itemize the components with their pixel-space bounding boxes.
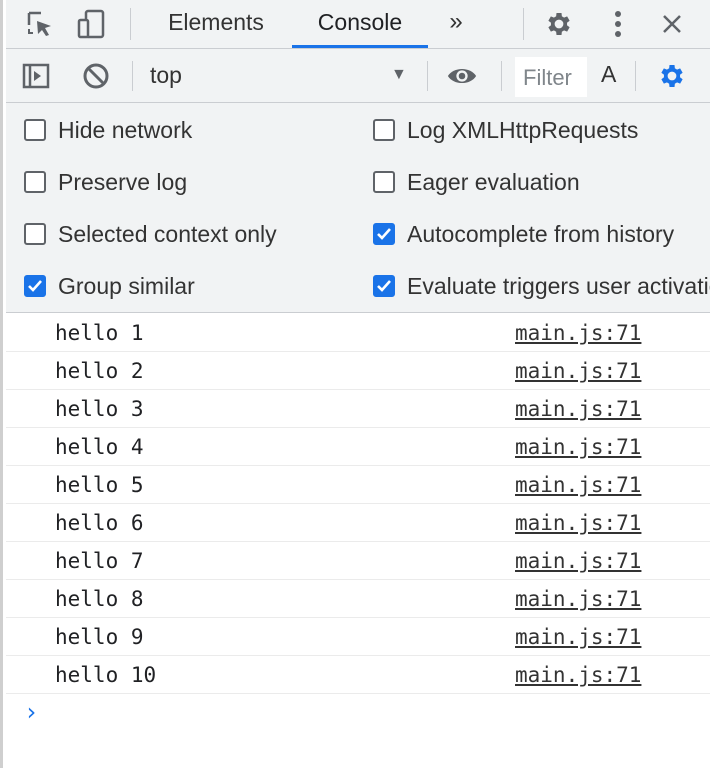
filter-input[interactable]: Filter: [515, 57, 587, 97]
console-prompt-input[interactable]: ›: [6, 694, 710, 734]
source-link[interactable]: main.js:71: [515, 511, 641, 535]
prompt-chevron-icon: ›: [24, 698, 39, 726]
checkbox[interactable]: [373, 171, 395, 193]
kebab-menu-icon[interactable]: [602, 8, 634, 40]
console-message-row: hello 5 main.js:71: [6, 466, 710, 504]
devtools-tabbar: Elements Console »: [6, 0, 710, 49]
option-preserve-log[interactable]: Preserve log: [24, 167, 187, 197]
console-message-row: hello 7 main.js:71: [6, 542, 710, 580]
console-message-row: hello 1 main.js:71: [6, 314, 710, 352]
source-link[interactable]: main.js:71: [515, 473, 641, 497]
device-toggle-icon[interactable]: [76, 8, 108, 40]
checkbox[interactable]: [24, 223, 46, 245]
console-message-row: hello 10 main.js:71: [6, 656, 710, 694]
option-eager-evaluation[interactable]: Eager evaluation: [373, 167, 580, 197]
option-log-xmlhttprequests[interactable]: Log XMLHttpRequests: [373, 115, 638, 145]
tab-console[interactable]: Console: [292, 0, 428, 49]
option-label: Preserve log: [58, 168, 188, 195]
console-message-text: hello 5: [55, 473, 144, 497]
console-message-row: hello 3 main.js:71: [6, 390, 710, 428]
source-link[interactable]: main.js:71: [515, 587, 641, 611]
checkbox[interactable]: [24, 119, 46, 141]
console-message-text: hello 7: [55, 549, 144, 573]
close-icon[interactable]: [656, 8, 688, 40]
dropdown-triangle-icon: ▼: [391, 66, 407, 83]
checkmark-icon: [28, 280, 42, 292]
option-autocomplete-from-history[interactable]: Autocomplete from history: [373, 219, 674, 249]
console-message-text: hello 3: [55, 397, 144, 421]
console-message-text: hello 1: [55, 321, 144, 345]
console-message-text: hello 2: [55, 359, 144, 383]
source-link[interactable]: main.js:71: [515, 435, 641, 459]
source-link[interactable]: main.js:71: [515, 397, 641, 421]
option-label: Log XMLHttpRequests: [407, 116, 639, 143]
option-label: Autocomplete from history: [407, 220, 675, 247]
console-messages: hello 1 main.js:71 hello 2 main.js:71 he…: [6, 314, 710, 694]
tabbar-divider: [130, 8, 131, 40]
clear-console-icon[interactable]: [80, 60, 112, 92]
source-link[interactable]: main.js:71: [515, 663, 641, 687]
settings-gear-icon[interactable]: [543, 8, 575, 40]
tab-elements[interactable]: Elements: [156, 0, 276, 49]
toolbar-divider: [501, 61, 502, 91]
devtools-window: Elements Console » top ▼ Filter A Hide n…: [0, 0, 710, 768]
console-message-row: hello 6 main.js:71: [6, 504, 710, 542]
option-label: Group similar: [58, 272, 195, 299]
live-expression-eye-icon[interactable]: [446, 60, 478, 92]
toolbar-divider: [132, 61, 133, 91]
checkbox-checked[interactable]: [24, 275, 46, 297]
tabbar-divider: [523, 8, 524, 40]
console-message-row: hello 9 main.js:71: [6, 618, 710, 656]
source-link[interactable]: main.js:71: [515, 321, 641, 345]
checkbox-checked[interactable]: [373, 275, 395, 297]
option-label: Selected context only: [58, 220, 277, 247]
console-message-text: hello 9: [55, 625, 144, 649]
log-levels-a-label[interactable]: A: [601, 61, 616, 88]
source-link[interactable]: main.js:71: [515, 625, 641, 649]
checkmark-icon: [377, 280, 391, 292]
active-tab-indicator: [292, 45, 428, 48]
option-hide-network[interactable]: Hide network: [24, 115, 192, 145]
checkbox[interactable]: [24, 171, 46, 193]
console-message-row: hello 2 main.js:71: [6, 352, 710, 390]
option-label: Hide network: [58, 116, 193, 143]
console-message-text: hello 8: [55, 587, 144, 611]
console-message-text: hello 10: [55, 663, 157, 687]
more-tabs-chevron-icon[interactable]: »: [438, 0, 474, 49]
option-selected-context-only[interactable]: Selected context only: [24, 219, 277, 249]
option-evaluate-triggers-user-activation[interactable]: Evaluate triggers user activation: [373, 271, 710, 301]
console-settings-gear-icon[interactable]: [656, 60, 688, 92]
source-link[interactable]: main.js:71: [515, 549, 641, 573]
filter-placeholder: Filter: [523, 65, 572, 90]
console-message-row: hello 8 main.js:71: [6, 580, 710, 618]
console-message-text: hello 4: [55, 435, 144, 459]
source-link[interactable]: main.js:71: [515, 359, 641, 383]
console-message-row: hello 4 main.js:71: [6, 428, 710, 466]
option-label: Evaluate triggers user activation: [407, 272, 710, 299]
context-selector-value: top: [150, 62, 182, 88]
option-group-similar[interactable]: Group similar: [24, 271, 195, 301]
show-sidebar-icon[interactable]: [20, 60, 52, 92]
option-label: Eager evaluation: [407, 168, 580, 195]
checkbox-checked[interactable]: [373, 223, 395, 245]
console-message-text: hello 6: [55, 511, 144, 535]
console-toolbar: top ▼ Filter A: [6, 49, 710, 103]
toolbar-divider: [635, 61, 636, 91]
toolbar-divider: [427, 61, 428, 91]
inspect-element-icon[interactable]: [24, 8, 56, 40]
console-settings-pane: Hide network Preserve log Selected conte…: [6, 103, 710, 313]
checkbox[interactable]: [373, 119, 395, 141]
checkmark-icon: [377, 228, 391, 240]
